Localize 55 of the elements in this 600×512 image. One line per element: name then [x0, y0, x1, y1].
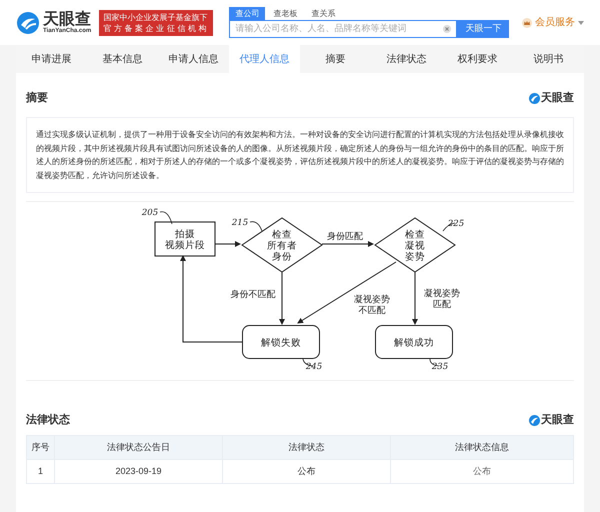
node-label: 拍摄 视频片段	[165, 229, 205, 251]
node-label: 解锁失败	[261, 338, 301, 348]
tab[interactable]: 代理人信息	[229, 45, 300, 73]
tab[interactable]: 法律状态	[371, 45, 442, 73]
column-header: 法律状态公告日	[54, 436, 222, 460]
section-title: 摘要	[26, 90, 48, 106]
search-tab[interactable]: 查公司	[229, 7, 266, 20]
edge-label: 凝视姿势 不匹配	[354, 295, 390, 316]
crown-icon	[522, 18, 532, 28]
table-cell: 1	[26, 460, 54, 484]
badge: 国家中小企业发展子基金旗下 官方备案企业征信机构	[99, 10, 214, 36]
reference-number: 215	[232, 218, 248, 228]
flow-arrow	[214, 241, 241, 247]
column-header: 法律状态	[222, 436, 390, 460]
column-header: 序号	[26, 436, 54, 460]
edge-label: 身份不匹配	[230, 290, 276, 300]
node-label: 检查 所有者 身份	[267, 230, 297, 262]
section-title: 法律状态	[26, 412, 70, 428]
tab[interactable]: 权利要求	[442, 45, 513, 73]
brand-icon	[529, 92, 540, 104]
tab[interactable]: 摘要	[300, 45, 371, 73]
caret-icon[interactable]	[578, 20, 584, 24]
flow-arrow	[412, 272, 418, 325]
process-box	[154, 222, 216, 256]
column-header: 法律状态信息	[390, 436, 574, 460]
tab[interactable]: 申请进展	[16, 45, 87, 73]
search-tab[interactable]: 查老板	[267, 7, 304, 20]
search-field[interactable]: 请输入公司名称、人名、品牌名称等关键词	[229, 20, 458, 38]
flow-arrow	[279, 272, 285, 325]
search-tab[interactable]: 查关系	[305, 7, 342, 20]
abstract-text: 通过实现多级认证机制，提供了一种用于设备安全访问的有效架构和方法。一种对设备的安全访问进行配置的计算机实现的方法包括处理从录像机接收的视频片段，其中所述视频片段具有试图访问所述设备的人的图像。从所述视频片段，确定所述人的身份与一组允许的身份中的条目的匹配。响应于所述人的所述身份的所述匹配，相对于所述人的存储的一个或多个凝视姿势，评估所述视频片段中的所述人的凝视姿势。响应于评估的凝视姿势与存储的凝视姿势匹配，允许访问所述设备。	[36, 129, 564, 182]
logo-icon	[16, 10, 40, 34]
clear-icon[interactable]	[443, 25, 452, 33]
reference-number: 225	[448, 219, 464, 229]
brand-text: 天眼查	[541, 90, 574, 106]
leader-line	[160, 211, 172, 224]
leader-line	[250, 221, 262, 232]
node-label: 解锁成功	[394, 338, 434, 348]
reference-number: 245	[306, 362, 322, 372]
search-button[interactable]: 天眼一下	[457, 20, 510, 38]
brand-icon	[529, 414, 540, 426]
logo-text: 天眼查	[43, 12, 92, 28]
reference-number: 235	[432, 362, 448, 372]
edge-label: 身份匹配	[327, 232, 363, 242]
brand-text: 天眼查	[541, 412, 574, 428]
node-label: 检查 凝视 姿势	[405, 230, 425, 262]
tab[interactable]: 申请人信息	[158, 45, 229, 73]
reference-number: 205	[142, 208, 158, 218]
edge-label: 凝视姿势 匹配	[424, 289, 460, 310]
table-cell: 2023-09-19	[54, 460, 222, 484]
table-cell: 公布	[390, 460, 574, 484]
tab[interactable]: 基本信息	[87, 45, 158, 73]
table-cell: 公布	[222, 460, 390, 484]
tab[interactable]: 说明书	[513, 45, 584, 73]
flow-arrow	[322, 241, 374, 247]
